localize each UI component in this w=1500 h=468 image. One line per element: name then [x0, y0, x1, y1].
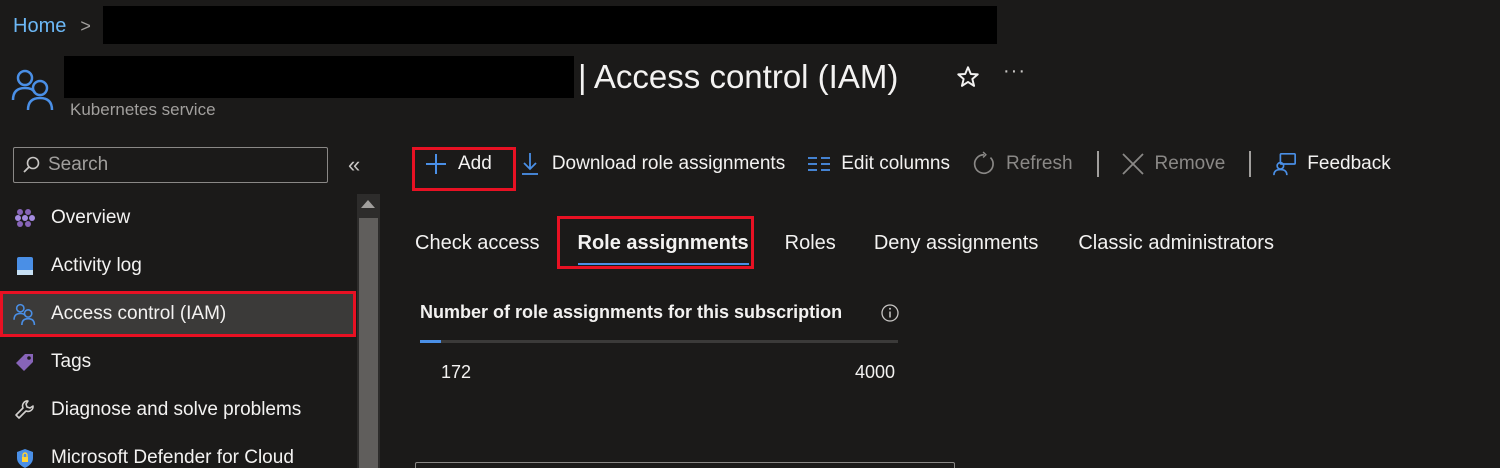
- breadcrumb-home-link[interactable]: Home: [13, 15, 66, 38]
- shield-icon: [12, 445, 38, 468]
- sidebar-item-label: Tags: [51, 351, 92, 372]
- download-icon: [518, 152, 542, 176]
- command-bar: Add Download role assignments Edit colum…: [412, 144, 1391, 184]
- role-count-progress-bar: [420, 340, 898, 343]
- filter-search-input[interactable]: [415, 462, 955, 468]
- sidebar-item-activity-log[interactable]: Activity log: [0, 242, 356, 290]
- role-count-current: 172: [441, 362, 472, 382]
- sidebar-nav: Overview Activity log Access control (IA…: [0, 194, 356, 468]
- edit-columns-button[interactable]: Edit columns: [807, 144, 950, 184]
- sidebar-item-diagnose[interactable]: Diagnose and solve problems: [0, 386, 356, 434]
- search-icon: [23, 156, 40, 173]
- tab-roles[interactable]: Roles: [785, 226, 836, 260]
- refresh-label: Refresh: [1006, 153, 1073, 174]
- sidebar-scrollbar[interactable]: [357, 194, 380, 468]
- remove-button[interactable]: Remove: [1121, 144, 1226, 184]
- scrollbar-thumb[interactable]: [359, 218, 378, 468]
- progress-fill: [420, 340, 441, 343]
- sidebar-item-label: Access control (IAM): [51, 303, 227, 324]
- breadcrumb: Home >: [13, 12, 91, 40]
- refresh-icon: [972, 151, 996, 176]
- add-button[interactable]: Add: [424, 144, 492, 184]
- search-input[interactable]: Search: [13, 147, 328, 183]
- activity-log-icon: [12, 253, 38, 279]
- redacted-resource-name: [64, 56, 574, 98]
- close-icon: [1121, 152, 1145, 176]
- sidebar-item-overview[interactable]: Overview: [0, 194, 356, 242]
- breadcrumb-separator: >: [80, 15, 91, 36]
- feedback-icon: [1273, 152, 1297, 176]
- download-role-assignments-button[interactable]: Download role assignments: [518, 144, 785, 184]
- download-label: Download role assignments: [551, 153, 786, 174]
- tab-classic-administrators[interactable]: Classic administrators: [1078, 226, 1274, 260]
- add-label: Add: [458, 153, 492, 174]
- redacted-breadcrumb: [103, 6, 997, 44]
- more-options-icon[interactable]: ···: [1003, 60, 1026, 83]
- toolbar-divider: [1096, 151, 1099, 177]
- tab-role-assignments[interactable]: Role assignments: [577, 226, 749, 265]
- remove-label: Remove: [1154, 153, 1226, 174]
- people-icon: [12, 301, 38, 327]
- page-title: | Access control (IAM): [578, 58, 899, 95]
- feedback-label: Feedback: [1307, 153, 1391, 174]
- overview-icon: [12, 205, 38, 231]
- star-icon[interactable]: [955, 64, 981, 90]
- sidebar-item-label: Overview: [51, 207, 131, 228]
- plus-icon: [424, 152, 448, 176]
- tab-bar: Check access Role assignments Roles Deny…: [415, 226, 1274, 265]
- sidebar-item-label: Activity log: [51, 255, 142, 276]
- wrench-icon: [12, 397, 38, 423]
- resource-type-subtitle: Kubernetes service: [70, 100, 216, 119]
- info-icon[interactable]: [880, 303, 900, 323]
- tag-icon: [12, 349, 38, 375]
- refresh-button[interactable]: Refresh: [972, 144, 1073, 184]
- role-count-max: 4000: [855, 362, 896, 382]
- columns-icon: [807, 152, 831, 176]
- people-icon: [11, 69, 54, 111]
- scroll-up-icon[interactable]: [361, 200, 375, 208]
- collapse-sidebar-icon[interactable]: «: [348, 152, 360, 178]
- sidebar-item-label: Diagnose and solve problems: [51, 399, 302, 420]
- tab-check-access[interactable]: Check access: [415, 226, 540, 260]
- sidebar-item-access-control[interactable]: Access control (IAM): [0, 291, 356, 337]
- tab-deny-assignments[interactable]: Deny assignments: [874, 226, 1039, 260]
- edit-columns-label: Edit columns: [841, 153, 950, 174]
- toolbar-divider: [1249, 151, 1252, 177]
- search-placeholder: Search: [48, 154, 109, 175]
- role-count-label: Number of role assignments for this subs…: [420, 302, 843, 322]
- sidebar-item-label: Microsoft Defender for Cloud: [51, 447, 294, 468]
- feedback-button[interactable]: Feedback: [1273, 144, 1391, 184]
- sidebar-item-defender[interactable]: Microsoft Defender for Cloud: [0, 434, 356, 468]
- sidebar-item-tags[interactable]: Tags: [0, 338, 356, 386]
